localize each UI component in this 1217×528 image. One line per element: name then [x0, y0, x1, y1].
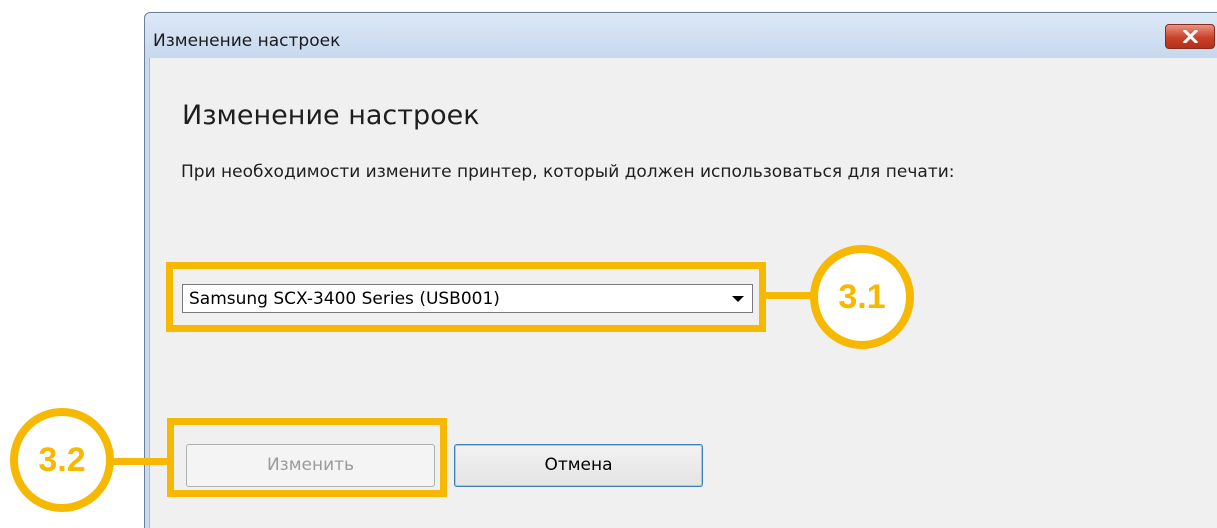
callout-badge-printer: 3.1	[810, 245, 914, 349]
page-title: Изменение настроек	[182, 100, 480, 131]
printer-description: При необходимости измените принтер, кото…	[181, 162, 955, 182]
callout-highlight-printer-select	[166, 262, 766, 332]
close-button[interactable]	[1165, 24, 1215, 49]
screenshot-stage: Изменение настроек Изменение настроек Пр…	[0, 0, 1217, 528]
callout-connector-printer	[766, 292, 812, 299]
callout-badge-change: 3.2	[10, 408, 114, 512]
cancel-button[interactable]: Отмена	[454, 444, 703, 487]
close-icon	[1183, 30, 1198, 43]
window-title: Изменение настроек	[153, 31, 341, 51]
callout-highlight-change-button	[167, 418, 447, 497]
title-bar: Изменение настроек	[145, 13, 1217, 58]
callout-connector-change	[112, 458, 168, 465]
